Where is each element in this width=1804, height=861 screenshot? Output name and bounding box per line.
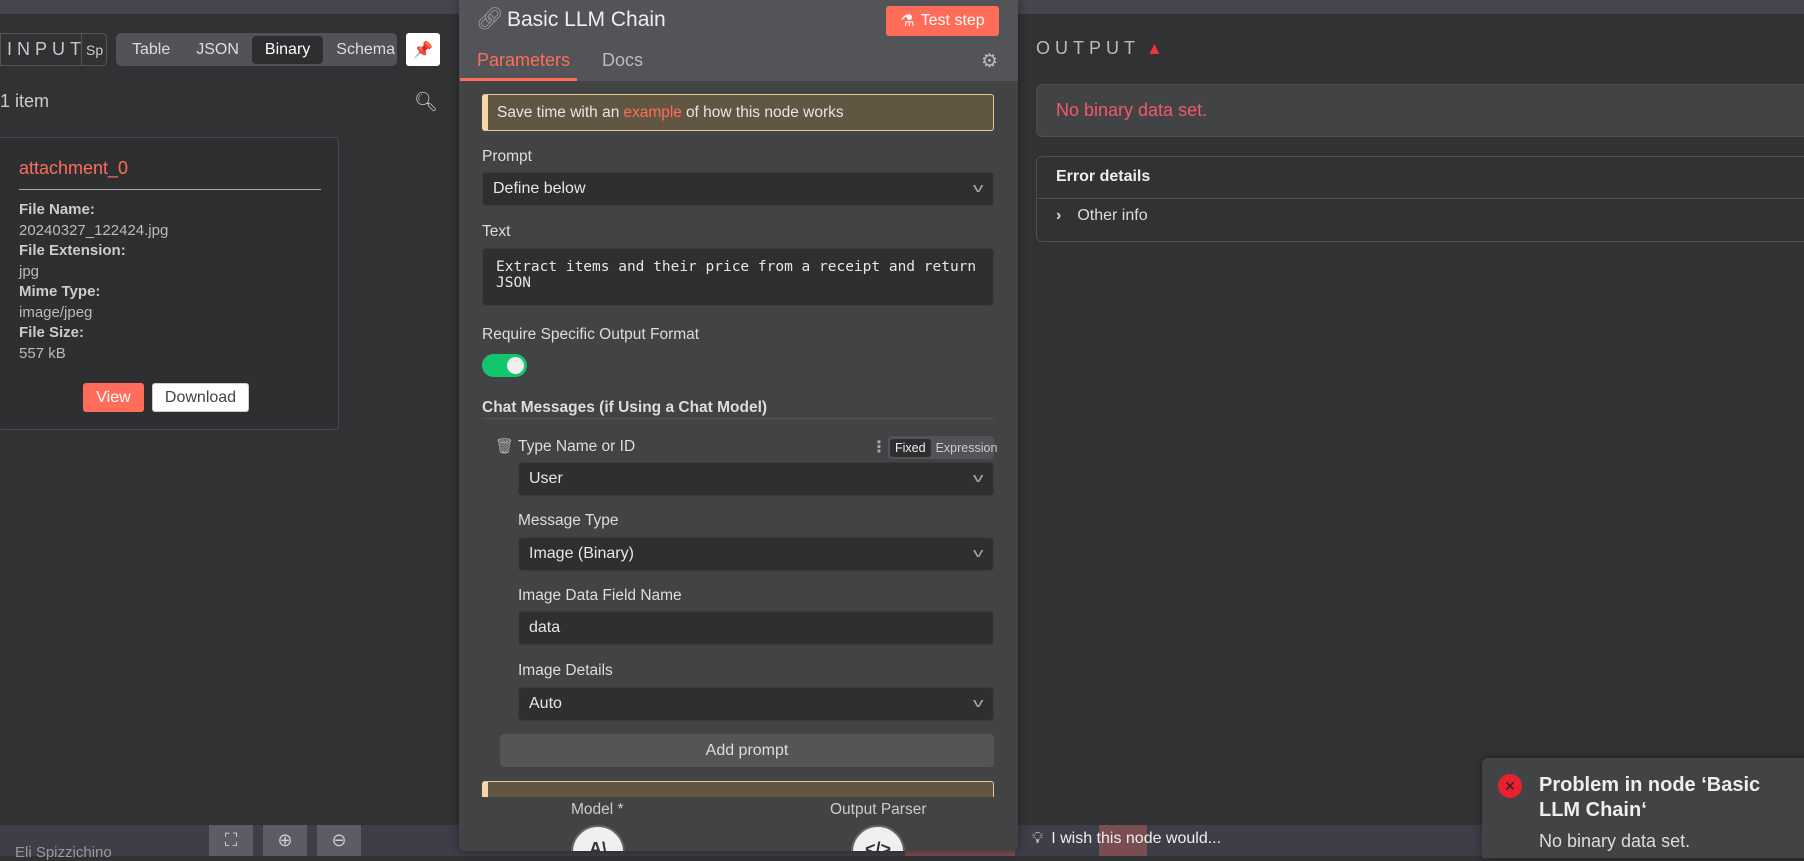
error-details-panel: Error details › Other info: [1036, 156, 1804, 242]
fixed-expression-toggle: Fixed Expression: [888, 436, 997, 459]
require-format-label: Require Specific Output Format: [482, 326, 700, 343]
tab-table[interactable]: Table: [119, 36, 183, 64]
output-label: OUTPUT ▲: [1036, 38, 1163, 58]
node-title[interactable]: Basic LLM Chain: [507, 8, 666, 32]
node-parameters-panel: 🔗︎ Basic LLM Chain ⚗ Test step Parameters…: [459, 0, 1018, 851]
error-icon[interactable]: ✕: [1498, 774, 1522, 798]
toast-message: No binary data set.: [1539, 831, 1691, 851]
field-value: image/jpeg: [19, 303, 93, 321]
search-icon[interactable]: 🔍︎: [414, 90, 438, 114]
text-label: Text: [482, 223, 511, 240]
download-button[interactable]: Download: [152, 383, 249, 412]
field-value: 20240327_122424.jpg: [19, 221, 169, 239]
tab-schema[interactable]: Schema: [323, 36, 408, 64]
chevron-down-icon: v: [972, 695, 983, 710]
active-tab-indicator: [460, 78, 577, 81]
expression-option[interactable]: Expression: [931, 441, 1003, 455]
flask-icon: ⚗: [900, 13, 915, 30]
binary-card: attachment_0 File Name: 20240327_122424.…: [0, 137, 339, 430]
display-mode-tabs: Table JSON Binary Schema: [116, 33, 397, 66]
zoom-in-icon[interactable]: ⊕: [263, 825, 307, 856]
model-label: Model *: [571, 801, 624, 818]
divider: [1037, 198, 1804, 199]
input-label: INPUT Sp: [0, 33, 107, 66]
fit-view-icon[interactable]: ⛶: [209, 825, 253, 856]
divider: [19, 189, 321, 190]
notice-banner: [482, 781, 994, 797]
feedback-input[interactable]: 💡︎ I wish this node would...: [1032, 830, 1221, 848]
gear-icon[interactable]: ⚙: [981, 50, 998, 73]
image-details-label: Image Details: [518, 662, 613, 679]
prompt-select[interactable]: Define below v: [482, 172, 994, 206]
type-label: Type Name or ID: [518, 438, 636, 455]
field-key: File Size:: [19, 324, 85, 341]
require-format-toggle[interactable]: [482, 354, 527, 377]
tab-parameters[interactable]: Parameters: [477, 50, 570, 71]
image-details-select[interactable]: Auto v: [518, 687, 994, 721]
divider: [482, 418, 994, 419]
field-key: Mime Type:: [19, 283, 101, 300]
text-input[interactable]: Extract items and their price from a rec…: [482, 248, 994, 306]
chat-messages-heading: Chat Messages (if Using a Chat Model): [482, 399, 768, 416]
tab-docs[interactable]: Docs: [602, 50, 643, 71]
type-select[interactable]: User v: [518, 462, 994, 496]
more-options-icon[interactable]: ⋮: [871, 437, 887, 457]
field-key: File Name:: [19, 201, 95, 218]
test-step-button[interactable]: ⚗ Test step: [886, 6, 999, 36]
image-field-label: Image Data Field Name: [518, 587, 682, 604]
chevron-down-icon: v: [972, 470, 983, 485]
fixed-option[interactable]: Fixed: [890, 438, 931, 457]
add-prompt-button[interactable]: Add prompt: [500, 734, 994, 767]
link-icon: 🔗︎: [476, 6, 504, 31]
tab-binary[interactable]: Binary: [251, 35, 324, 64]
error-message: No binary data set.: [1036, 84, 1804, 137]
zoom-out-icon[interactable]: ⊖: [317, 825, 361, 856]
image-field-input[interactable]: data: [518, 611, 994, 645]
other-info-toggle[interactable]: › Other info: [1056, 207, 1148, 225]
sub-node-bar: [459, 797, 1018, 851]
example-link[interactable]: example: [623, 104, 682, 122]
field-value: jpg: [19, 262, 40, 280]
message-type-label: Message Type: [518, 512, 619, 529]
tab-json[interactable]: JSON: [183, 36, 252, 64]
error-details-heading: Error details: [1056, 168, 1151, 185]
chevron-down-icon: v: [972, 545, 983, 560]
prompt-label: Prompt: [482, 148, 532, 165]
field-key: File Extension:: [19, 242, 126, 259]
field-value: 557 kB: [19, 344, 66, 362]
binary-name: attachment_0: [19, 158, 129, 178]
view-button[interactable]: View: [83, 383, 144, 412]
split-toggle[interactable]: Sp: [81, 34, 103, 65]
error-toast: ✕ Problem in node ‘Basic LLM Chain‘ No b…: [1482, 758, 1804, 858]
user-name: Eli Spizzichino: [15, 844, 112, 861]
output-parser-label: Output Parser: [830, 801, 927, 818]
message-type-select[interactable]: Image (Binary) v: [518, 537, 994, 571]
lightbulb-icon: 💡︎: [1032, 830, 1044, 847]
toast-title: Problem in node ‘Basic LLM Chain‘: [1539, 774, 1761, 821]
chevron-down-icon: v: [972, 180, 983, 195]
example-banner: Save time with an example of how this node…: [482, 94, 994, 131]
chevron-right-icon: ›: [1056, 207, 1062, 224]
item-count: 1 item: [0, 91, 50, 111]
trash-icon[interactable]: 🗑︎: [495, 437, 514, 455]
warning-icon: ▲: [1146, 38, 1163, 58]
pin-icon[interactable]: 📌: [406, 33, 440, 66]
